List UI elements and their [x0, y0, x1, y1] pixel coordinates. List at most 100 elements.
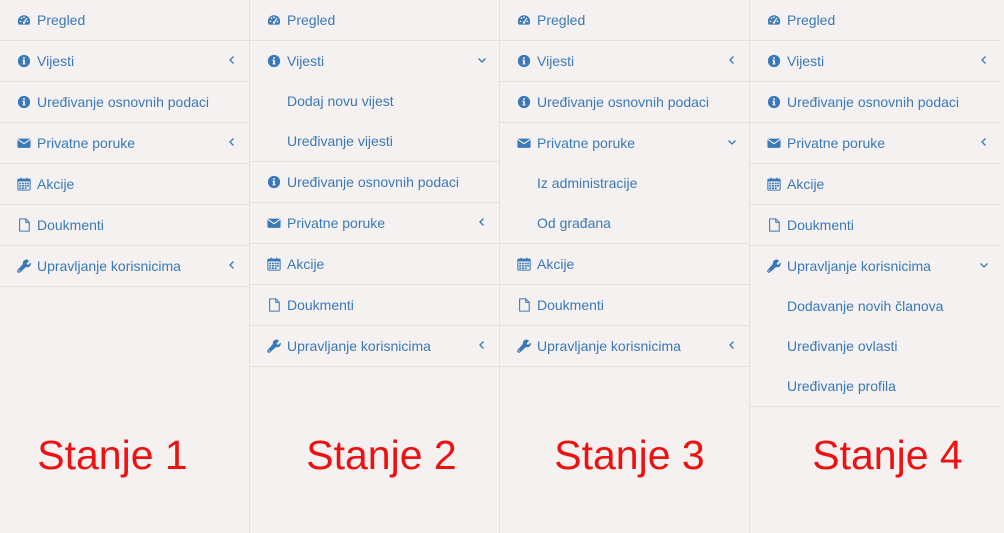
sidebar-menu: Pregled Vijesti Dodaj novu vijest Uređiv… [250, 0, 499, 367]
sidebar-item-label: Vijesti [787, 53, 825, 69]
sidebar-item-vijesti[interactable]: Vijesti [0, 41, 249, 82]
sidebar-item-label: Akcije [537, 256, 575, 272]
sidebar-item-label: Doukmenti [537, 297, 604, 313]
submenu-upravljanje-korisnicima: Dodavanje novih članova Uređivanje ovlas… [750, 286, 1001, 407]
info-icon [767, 95, 781, 109]
chevron-left-icon [227, 137, 237, 147]
state-label: Stanje 4 [812, 432, 963, 478]
info-icon [517, 95, 531, 109]
document-icon [17, 218, 31, 232]
submenu-vijesti: Dodaj novu vijest Uređivanje vijesti [250, 81, 499, 162]
menu-states-comparison: Pregled Vijesti Uređivanje osnovnih poda… [0, 0, 1004, 533]
sidebar-item-doukmenti[interactable]: Doukmenti [750, 205, 1001, 246]
sidebar-item-label: Upravljanje korisnicima [537, 338, 681, 354]
sidebar-item-upravljanje-korisnicima[interactable]: Upravljanje korisnicima [750, 246, 1001, 286]
sidebar-item-uredivanje-osnovnih-podaci[interactable]: Uređivanje osnovnih podaci [750, 82, 1001, 123]
sidebar-item-akcije[interactable]: Akcije [500, 244, 749, 285]
info-icon [767, 54, 781, 68]
submenu-item-dodavanje-novih-clanova[interactable]: Dodavanje novih članova [750, 286, 1001, 326]
chevron-left-icon [477, 340, 487, 350]
document-icon [267, 298, 281, 312]
sidebar-item-vijesti[interactable]: Vijesti [500, 41, 749, 82]
chevron-left-icon [727, 340, 737, 350]
submenu-item-od-gradana[interactable]: Od građana [500, 203, 749, 243]
submenu-privatne-poruke: Iz administracije Od građana [500, 163, 749, 244]
sidebar-item-pregled[interactable]: Pregled [750, 0, 1001, 41]
sidebar-item-upravljanje-korisnicima[interactable]: Upravljanje korisnicima [500, 326, 749, 367]
chevron-down-icon [979, 260, 989, 270]
sidebar-item-label: Vijesti [537, 53, 575, 69]
info-icon [17, 54, 31, 68]
sidebar-item-pregled[interactable]: Pregled [0, 0, 249, 41]
sidebar-item-label: Pregled [37, 12, 86, 28]
sidebar-panel-state-3: Pregled Vijesti Uređivanje osnovnih poda… [500, 0, 750, 533]
chevron-down-icon [477, 55, 487, 65]
sidebar-item-uredivanje-osnovnih-podaci[interactable]: Uređivanje osnovnih podaci [250, 162, 499, 203]
dashboard-icon [17, 13, 31, 27]
envelope-icon [267, 216, 281, 230]
sidebar-item-label: Pregled [537, 12, 586, 28]
sidebar-item-label: Privatne poruke [287, 215, 386, 231]
sidebar-item-label: Uređivanje osnovnih podaci [537, 94, 709, 110]
sidebar-item-pregled[interactable]: Pregled [500, 0, 749, 41]
info-icon [267, 54, 281, 68]
calendar-icon [267, 257, 281, 271]
calendar-icon [17, 177, 31, 191]
sidebar-item-uredivanje-osnovnih-podaci[interactable]: Uređivanje osnovnih podaci [500, 82, 749, 123]
submenu-item-dodaj-novu-vijest[interactable]: Dodaj novu vijest [250, 81, 499, 121]
sidebar-item-pregled[interactable]: Pregled [250, 0, 499, 41]
sidebar-item-privatne-poruke[interactable]: Privatne poruke [750, 123, 1001, 164]
sidebar-item-vijesti[interactable]: Vijesti [750, 41, 1001, 82]
dashboard-icon [267, 13, 281, 27]
wrench-icon [517, 339, 531, 353]
sidebar-item-privatne-poruke[interactable]: Privatne poruke [500, 123, 749, 163]
submenu-item-uredivanje-profila[interactable]: Uređivanje profila [750, 366, 1001, 406]
wrench-icon [17, 259, 31, 273]
chevron-left-icon [979, 137, 989, 147]
submenu-item-uredivanje-ovlasti[interactable]: Uređivanje ovlasti [750, 326, 1001, 366]
envelope-icon [17, 136, 31, 150]
wrench-icon [767, 259, 781, 273]
sidebar-panel-state-2: Pregled Vijesti Dodaj novu vijest Uređiv… [250, 0, 500, 533]
sidebar-item-akcije[interactable]: Akcije [0, 164, 249, 205]
envelope-icon [517, 136, 531, 150]
sidebar-item-upravljanje-korisnicima[interactable]: Upravljanje korisnicima [250, 326, 499, 367]
sidebar-item-privatne-poruke[interactable]: Privatne poruke [0, 123, 249, 164]
sidebar-item-label: Privatne poruke [787, 135, 886, 151]
sidebar-item-label: Uređivanje osnovnih podaci [287, 174, 459, 190]
info-icon [17, 95, 31, 109]
chevron-left-icon [477, 217, 487, 227]
submenu-item-uredivanje-vijesti[interactable]: Uređivanje vijesti [250, 121, 499, 161]
sidebar-item-label: Vijesti [37, 53, 75, 69]
sidebar-item-akcije[interactable]: Akcije [750, 164, 1001, 205]
chevron-left-icon [227, 55, 237, 65]
sidebar-item-doukmenti[interactable]: Doukmenti [250, 285, 499, 326]
sidebar-item-vijesti[interactable]: Vijesti [250, 41, 499, 81]
sidebar-item-label: Akcije [37, 176, 75, 192]
sidebar-item-label: Upravljanje korisnicima [787, 258, 931, 274]
sidebar-menu: Pregled Vijesti Uređivanje osnovnih poda… [750, 0, 1001, 407]
chevron-left-icon [979, 55, 989, 65]
document-icon [767, 218, 781, 232]
sidebar-item-label: Privatne poruke [537, 135, 636, 151]
sidebar-item-label: Akcije [787, 176, 825, 192]
sidebar-item-uredivanje-osnovnih-podaci[interactable]: Uređivanje osnovnih podaci [0, 82, 249, 123]
sidebar-item-label: Pregled [287, 12, 336, 28]
wrench-icon [267, 339, 281, 353]
document-icon [517, 298, 531, 312]
sidebar-item-doukmenti[interactable]: Doukmenti [0, 205, 249, 246]
chevron-left-icon [227, 260, 237, 270]
sidebar-item-label: Uređivanje osnovnih podaci [37, 94, 209, 110]
sidebar-item-privatne-poruke[interactable]: Privatne poruke [250, 203, 499, 244]
sidebar-item-akcije[interactable]: Akcije [250, 244, 499, 285]
sidebar-item-label: Doukmenti [787, 217, 854, 233]
sidebar-item-label: Privatne poruke [37, 135, 136, 151]
sidebar-item-doukmenti[interactable]: Doukmenti [500, 285, 749, 326]
submenu-item-iz-administracije[interactable]: Iz administracije [500, 163, 749, 203]
info-icon [517, 54, 531, 68]
sidebar-item-label: Uređivanje osnovnih podaci [787, 94, 959, 110]
sidebar-menu: Pregled Vijesti Uređivanje osnovnih poda… [0, 0, 249, 287]
chevron-down-icon [727, 137, 737, 147]
sidebar-item-upravljanje-korisnicima[interactable]: Upravljanje korisnicima [0, 246, 249, 287]
sidebar-menu: Pregled Vijesti Uređivanje osnovnih poda… [500, 0, 749, 367]
